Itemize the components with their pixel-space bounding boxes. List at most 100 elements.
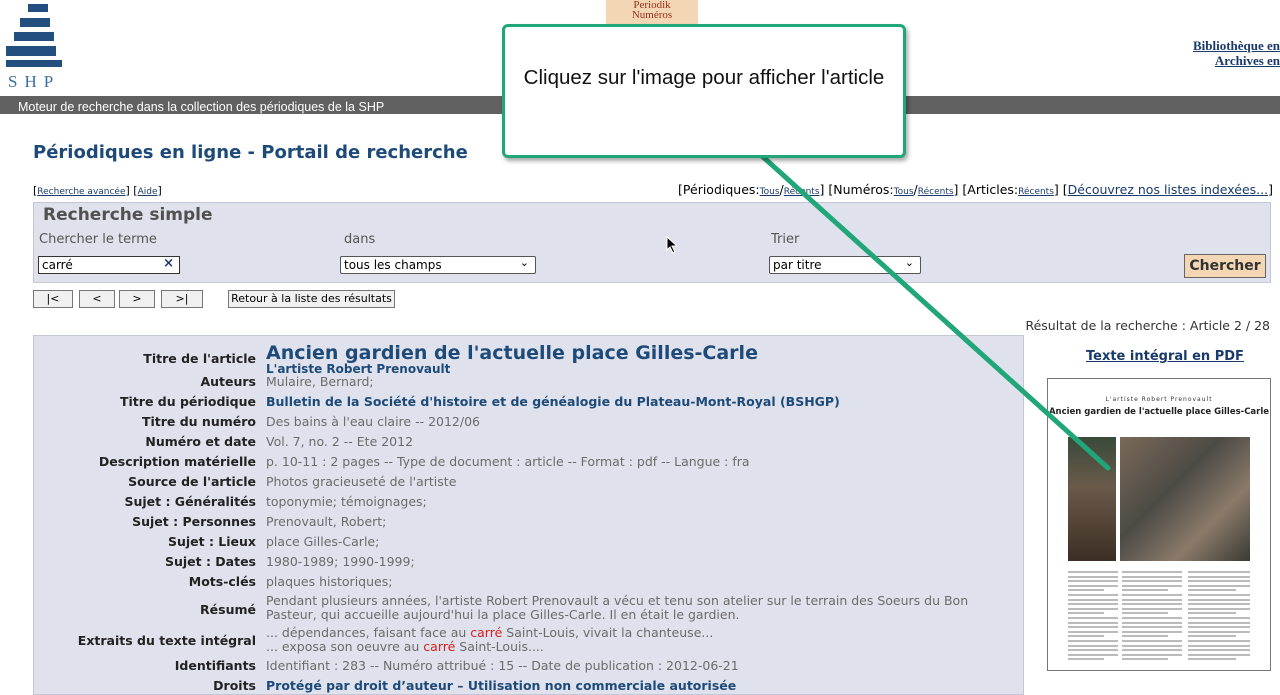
thumbnail-text-line — [1068, 626, 1118, 629]
thumbnail-text-line — [1188, 621, 1250, 624]
thumbnail-text-line — [1188, 580, 1250, 583]
search-button[interactable]: Chercher — [1184, 254, 1266, 278]
thumbnail-text-line — [1068, 571, 1118, 573]
search-input-value: carré — [42, 258, 73, 272]
mouse-cursor-icon — [666, 236, 679, 254]
numeros-tous-link[interactable]: Tous — [894, 187, 914, 197]
thumbnail-text-line — [1068, 598, 1118, 601]
thumbnail-text-line — [1188, 594, 1250, 596]
thumbnail-text-line — [1122, 653, 1182, 656]
thumbnail-text-line — [1068, 612, 1104, 615]
thumbnail-text-line — [1122, 635, 1168, 638]
article-thumbnail[interactable]: L'artiste Robert Prenovault Ancien gardi… — [1047, 378, 1271, 671]
term-label: Chercher le terme — [39, 232, 157, 247]
thumbnail-text-line — [1068, 617, 1118, 619]
thumbnail-kicker: L'artiste Robert Prenovault — [1105, 396, 1213, 403]
instruction-callout: Cliquez sur l'image pour afficher l'arti… — [502, 24, 906, 158]
thumbnail-text-line — [1122, 626, 1182, 629]
thumbnail-text-line — [1188, 589, 1236, 592]
logo-bar — [6, 46, 56, 56]
extract-highlight: carré — [423, 639, 456, 654]
periodiques-recents-link[interactable]: Récents — [784, 187, 820, 197]
chevron-down-icon: ⌄ — [519, 256, 529, 269]
thumbnail-text-line — [1188, 607, 1250, 610]
callout-text: Cliquez sur l'image pour afficher l'arti… — [523, 66, 885, 89]
advanced-search-link[interactable]: Recherche avancée — [37, 187, 125, 197]
previous-result-button[interactable]: < — [79, 290, 115, 308]
periodik-badge[interactable]: Periodik Numéros — [606, 0, 698, 26]
back-to-results-button[interactable]: Retour à la liste des résultats — [228, 290, 395, 308]
thumbnail-text-line — [1188, 598, 1250, 601]
next-result-button[interactable]: > — [119, 290, 155, 308]
field-value: plaques historiques; — [266, 574, 393, 589]
thumbnail-text-line — [1122, 630, 1182, 633]
thumbnail-text-line — [1068, 589, 1104, 592]
thumbnail-text-line — [1188, 571, 1250, 573]
periodik-line: Numéros — [631, 9, 673, 21]
field-label: Description matérielle — [98, 454, 256, 469]
thumbnail-text-line — [1188, 575, 1250, 578]
thumbnail-text-line — [1188, 626, 1250, 629]
thumbnail-text-line — [1188, 635, 1236, 638]
full-text-pdf-link[interactable]: Texte intégral en PDF — [1086, 349, 1244, 364]
discover-lists-link[interactable]: Découvrez nos listes indexées... — [1068, 182, 1268, 197]
thumbnail-text-line — [1122, 584, 1182, 587]
extract-text: Saint-Louis.... — [455, 639, 544, 654]
thumbnail-text-line — [1122, 644, 1182, 647]
thumbnail-text-line — [1068, 644, 1118, 647]
shp-logo[interactable]: SHP — [6, 4, 62, 91]
field-label: Sujet : Lieux — [167, 534, 256, 549]
field-label: Titre de l'article — [143, 351, 256, 366]
field-value: place Gilles-Carle; — [266, 534, 380, 549]
field-value: Mulaire, Bernard; — [266, 374, 374, 389]
periodiques-label: Périodiques: — [682, 182, 760, 197]
extracts-text: ... dépendances, faisant face au carré S… — [266, 626, 1016, 654]
result-count: Résultat de la recherche : Article 2 / 2… — [1025, 318, 1270, 333]
header-bar-text: Moteur de recherche dans la collection d… — [18, 100, 385, 114]
field-label: Titre du périodique — [120, 394, 256, 409]
article-title: Ancien gardien de l'actuelle place Gille… — [266, 342, 758, 364]
search-input[interactable]: carré × — [38, 256, 180, 274]
periodiques-tous-link[interactable]: Tous — [760, 187, 780, 197]
field-label: Sujet : Généralités — [124, 494, 256, 509]
articles-label: Articles: — [967, 182, 1019, 197]
first-result-button[interactable]: |< — [33, 290, 73, 308]
library-link[interactable]: Bibliothèque en ligne — [1193, 38, 1280, 53]
archives-link[interactable]: Archives en ligne — [1193, 53, 1280, 68]
thumbnail-photo-building — [1120, 437, 1250, 561]
field-select[interactable]: tous les champs ⌄ — [340, 256, 536, 274]
extract-line: ... dépendances, faisant face au carré S… — [266, 626, 1016, 640]
thumbnail-text-line — [1068, 640, 1118, 642]
field-label: Sujet : Dates — [164, 554, 256, 569]
field-select-value: tous les champs — [344, 258, 442, 272]
numeros-recents-link[interactable]: Récents — [918, 187, 954, 197]
field-value: p. 10-11 : 2 pages -- Type de document :… — [266, 454, 750, 469]
thumbnail-text-line — [1068, 580, 1118, 583]
chevron-down-icon: ⌄ — [904, 256, 914, 269]
logo-bar — [6, 60, 62, 67]
field-value: toponymie; témoignages; — [266, 494, 427, 509]
thumbnail-text-line — [1122, 658, 1168, 661]
clear-icon[interactable]: × — [163, 256, 174, 271]
last-result-button[interactable]: >| — [161, 290, 203, 308]
field-label: Mots-clés — [188, 574, 256, 589]
field-label: Auteurs — [200, 374, 256, 389]
article-title-block: Ancien gardien de l'actuelle place Gille… — [266, 343, 1016, 376]
thumbnail-text-line — [1188, 644, 1250, 647]
thumbnail-text-line — [1188, 630, 1250, 633]
help-link[interactable]: Aide — [138, 187, 158, 197]
extract-text: ... dépendances, faisant face au — [266, 625, 471, 640]
thumbnail-text-line — [1068, 653, 1118, 656]
field-value: 1980-1989; 1990-1999; — [266, 554, 415, 569]
links-left: [Recherche avancée] [Aide] — [33, 184, 162, 197]
logo-bar — [14, 32, 54, 41]
extract-highlight: carré — [470, 625, 503, 640]
page-title: Périodiques en ligne - Portail de recher… — [33, 142, 468, 163]
thumbnail-text-line — [1122, 575, 1182, 578]
field-label: Source de l'article — [128, 474, 256, 489]
sort-select[interactable]: par titre ⌄ — [769, 256, 921, 274]
thumbnail-text-line — [1122, 598, 1182, 601]
articles-recents-link[interactable]: Récents — [1018, 187, 1054, 197]
thumbnail-text-line — [1068, 575, 1118, 578]
sort-label: Trier — [771, 232, 800, 247]
